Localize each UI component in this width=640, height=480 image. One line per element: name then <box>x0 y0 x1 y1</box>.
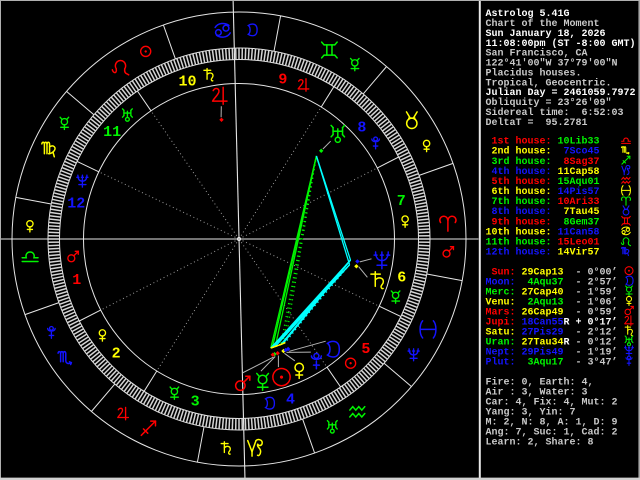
svg-text:10: 10 <box>178 74 196 91</box>
svg-text:2: 2 <box>112 346 121 363</box>
svg-text:1: 1 <box>72 272 81 289</box>
svg-text:5: 5 <box>361 341 370 358</box>
svg-text:12th house:: 12th house: <box>486 247 558 259</box>
svg-text:- 3°47’: - 3°47’ <box>576 356 618 368</box>
svg-text:14Vir57: 14Vir57 <box>558 247 600 259</box>
svg-text:Learn: 2, Share: 8: Learn: 2, Share: 8 <box>486 437 594 449</box>
svg-text:8th house:: 8th house: <box>486 206 558 218</box>
svg-text:4: 4 <box>286 391 295 408</box>
svg-text:11: 11 <box>103 124 121 141</box>
svg-text:6: 6 <box>397 270 406 287</box>
svg-text:10th house:: 10th house: <box>486 226 558 238</box>
svg-text:8: 8 <box>357 119 366 136</box>
svg-text:DeltaT = 95.2781: DeltaT = 95.2781 <box>486 117 588 129</box>
svg-text:7: 7 <box>397 193 406 210</box>
svg-text:9: 9 <box>278 71 287 88</box>
svg-text:3: 3 <box>191 394 200 411</box>
svg-text:3Aqu17: 3Aqu17 <box>522 357 564 368</box>
svg-text:12: 12 <box>67 196 85 213</box>
svg-text:Plut:: Plut: <box>486 356 522 368</box>
